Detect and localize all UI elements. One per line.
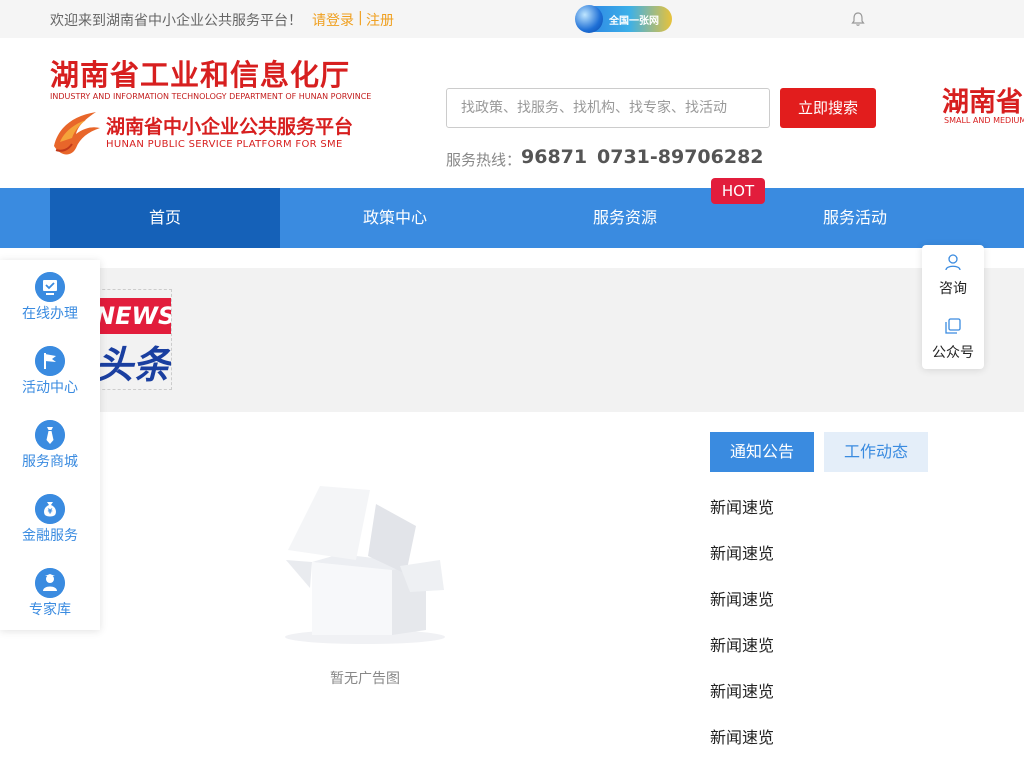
sidebar-item-expert-library[interactable]: 专家库: [0, 556, 100, 630]
right-logo-title[interactable]: 湖南省: [942, 80, 1023, 119]
welcome-text: 欢迎来到湖南省中小企业公共服务平台！: [50, 13, 302, 29]
news-list-item[interactable]: 新闻速览: [710, 540, 774, 564]
nav-item-service-activities[interactable]: 服务活动: [740, 188, 970, 248]
news-logo-en: NEWS: [93, 298, 171, 334]
sidebar-item-label: 专家库: [29, 602, 71, 618]
main-nav: 首页 政策中心 服务资源 服务活动: [0, 188, 1024, 248]
expert-icon: [35, 568, 65, 598]
sidebar-item-online-handling[interactable]: 在线办理: [0, 260, 100, 334]
empty-ad-text: 暂无广告图: [330, 671, 400, 687]
hotline-label: 服务热线：: [446, 151, 522, 169]
hotline-number-1: 96871: [521, 146, 588, 168]
phoenix-logo-icon: [54, 112, 100, 155]
left-quick-sidebar: 在线办理 活动中心 服务商城 ¥ 金融服务 专家库: [0, 260, 100, 630]
header: 湖南省工业和信息化厅 INDUSTRY AND INFORMATION TECH…: [0, 38, 1024, 188]
news-logo-cn: 头条: [95, 343, 172, 387]
svg-text:¥: ¥: [48, 508, 53, 516]
globe-icon: [575, 5, 603, 33]
login-link[interactable]: 请登录: [312, 10, 354, 30]
nav-item-home[interactable]: 首页: [50, 188, 280, 248]
top-bar: 欢迎来到湖南省中小企业公共服务平台！ 请登录 | 注册 全国一张网: [0, 0, 1024, 38]
consult-button[interactable]: 咨询: [922, 245, 984, 305]
search-button[interactable]: 立即搜索: [780, 88, 876, 128]
tab-work-updates[interactable]: 工作动态: [824, 432, 928, 472]
monitor-check-icon: [35, 272, 65, 302]
sidebar-item-service-mall[interactable]: 服务商城: [0, 408, 100, 482]
sidebar-item-activity-center[interactable]: 活动中心: [0, 334, 100, 408]
department-logo-subtitle: INDUSTRY AND INFORMATION TECHNOLOGY DEPA…: [50, 92, 372, 101]
news-list-item[interactable]: 新闻速览: [710, 678, 774, 702]
money-bag-icon: ¥: [35, 494, 65, 524]
official-account-button[interactable]: 公众号: [922, 309, 984, 369]
bell-icon[interactable]: [850, 11, 866, 27]
sidebar-item-financial-services[interactable]: ¥ 金融服务: [0, 482, 100, 556]
official-account-label: 公众号: [932, 345, 974, 361]
national-network-label: 全国一张网: [609, 16, 659, 27]
right-logo-subtitle: SMALL AND MEDIUM: [944, 116, 1024, 125]
user-icon: [945, 254, 961, 271]
register-link[interactable]: 注册: [366, 10, 394, 30]
hotline-number-2: 0731-89706282: [597, 146, 764, 168]
tie-icon: [35, 420, 65, 450]
sidebar-item-label: 服务商城: [22, 454, 78, 470]
news-list-item[interactable]: 新闻速览: [710, 494, 774, 518]
national-network-badge[interactable]: 全国一张网: [575, 5, 672, 33]
news-list-item[interactable]: 新闻速览: [710, 586, 774, 610]
consult-label: 咨询: [939, 281, 967, 297]
right-float-sidebar: 咨询 公众号: [922, 245, 984, 369]
flag-icon: [35, 346, 65, 376]
search-input[interactable]: 找政策、找服务、找机构、找专家、找活动: [446, 88, 770, 128]
nav-item-service-resources[interactable]: 服务资源: [510, 188, 740, 248]
tab-notices[interactable]: 通知公告: [710, 432, 814, 472]
login-register-separator: |: [358, 10, 363, 26]
nav-item-policy-center[interactable]: 政策中心: [280, 188, 510, 248]
news-headline-logo[interactable]: NEWS 头条: [92, 289, 172, 390]
news-list-item[interactable]: 新闻速览: [710, 632, 774, 656]
sidebar-item-label: 金融服务: [22, 528, 78, 544]
news-list-item[interactable]: 新闻速览: [710, 724, 774, 748]
platform-logo-title[interactable]: 湖南省中小企业公共服务平台: [106, 112, 353, 139]
hot-badge: HOT: [711, 178, 765, 204]
department-logo-title[interactable]: 湖南省工业和信息化厅: [50, 52, 350, 94]
sidebar-item-label: 活动中心: [22, 380, 78, 396]
empty-box-icon: [285, 486, 445, 644]
sidebar-item-label: 在线办理: [22, 306, 78, 322]
platform-logo-subtitle: HUNAN PUBLIC SERVICE PLATFORM FOR SME: [106, 139, 343, 150]
copy-icon: [945, 318, 961, 334]
